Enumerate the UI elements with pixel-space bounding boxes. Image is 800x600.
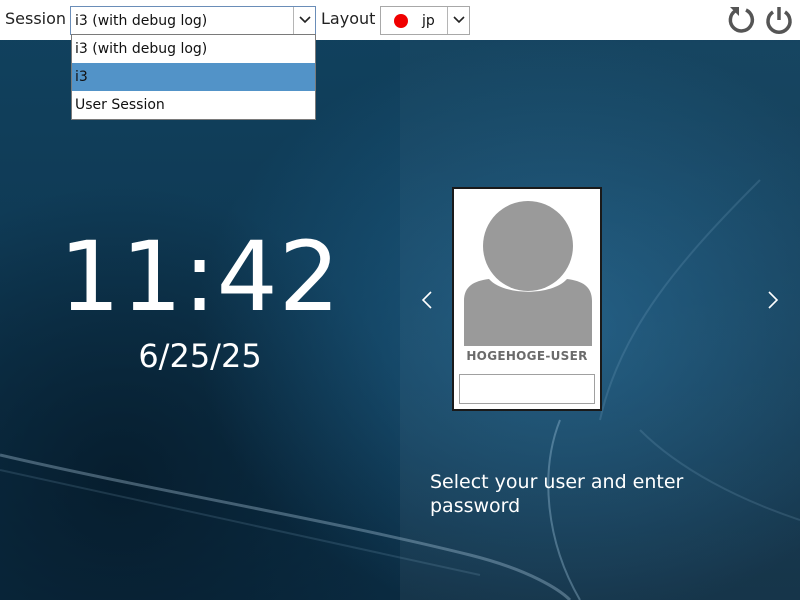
next-user-icon[interactable]	[766, 288, 780, 312]
session-select-value: i3 (with debug log)	[75, 13, 208, 29]
session-option-i3[interactable]: i3	[72, 63, 315, 91]
username-label: HOGEHOGE-USER	[466, 349, 588, 363]
user-avatar-icon	[464, 201, 592, 346]
session-select-arrow[interactable]	[293, 7, 315, 34]
session-dropdown-list: i3 (with debug log) i3 User Session	[71, 34, 316, 120]
user-card[interactable]: HOGEHOGE-USER	[452, 187, 602, 411]
clock-time: 11:42	[59, 221, 341, 333]
layout-flag-icon	[394, 14, 408, 28]
layout-select-value: jp	[422, 13, 435, 29]
reboot-icon[interactable]	[725, 4, 757, 36]
session-option-i3-debug[interactable]: i3 (with debug log)	[72, 35, 315, 63]
layout-select[interactable]: jp	[380, 6, 470, 35]
session-label: Session	[5, 9, 67, 28]
layout-select-arrow[interactable]	[447, 7, 469, 34]
previous-user-icon[interactable]	[420, 288, 434, 312]
chevron-down-icon	[299, 16, 311, 24]
layout-label: Layout	[321, 9, 376, 28]
clock-date: 6/25/25	[138, 337, 262, 375]
session-select[interactable]: i3 (with debug log)	[70, 6, 316, 35]
password-input[interactable]	[459, 374, 595, 404]
chevron-down-icon	[453, 16, 465, 24]
session-option-user-session[interactable]: User Session	[72, 91, 315, 119]
power-icon[interactable]	[763, 4, 795, 36]
login-prompt: Select your user and enter password	[430, 471, 684, 517]
